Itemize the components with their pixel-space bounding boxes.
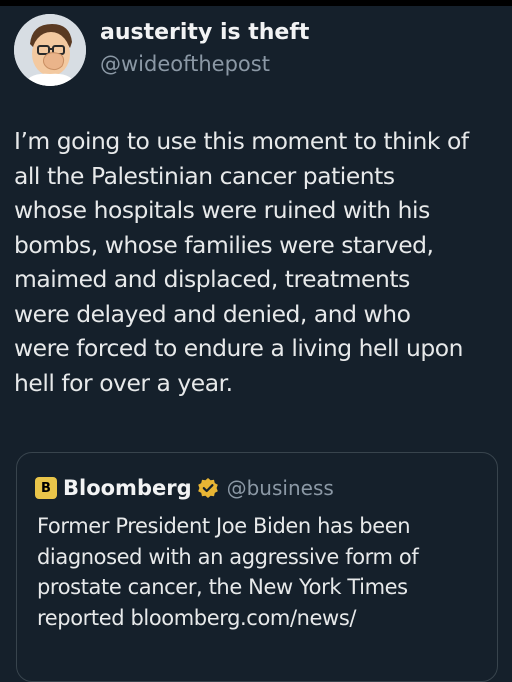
author-display-name[interactable]: austerity is theft <box>100 20 309 45</box>
quoted-post-text: Former President Joe Biden has been diag… <box>37 514 419 630</box>
top-edge-bar <box>0 0 512 6</box>
quoted-author-handle[interactable]: @business <box>227 476 334 500</box>
quoted-post-card[interactable]: B Bloomberg @business Former President J… <box>16 452 498 682</box>
bloomberg-logo-icon: B <box>35 477 57 499</box>
post-text: I’m going to use this moment to think of… <box>14 127 469 397</box>
cartoon-character-facepalm-icon <box>14 14 86 86</box>
post-header: austerity is theft @wideofthepost <box>14 14 504 90</box>
quoted-post-header: B Bloomberg @business <box>35 473 334 503</box>
author-avatar[interactable] <box>14 14 86 86</box>
verified-badge-icon <box>197 477 219 499</box>
author-handle[interactable]: @wideofthepost <box>100 52 270 76</box>
quoted-author-name[interactable]: Bloomberg <box>63 476 192 500</box>
